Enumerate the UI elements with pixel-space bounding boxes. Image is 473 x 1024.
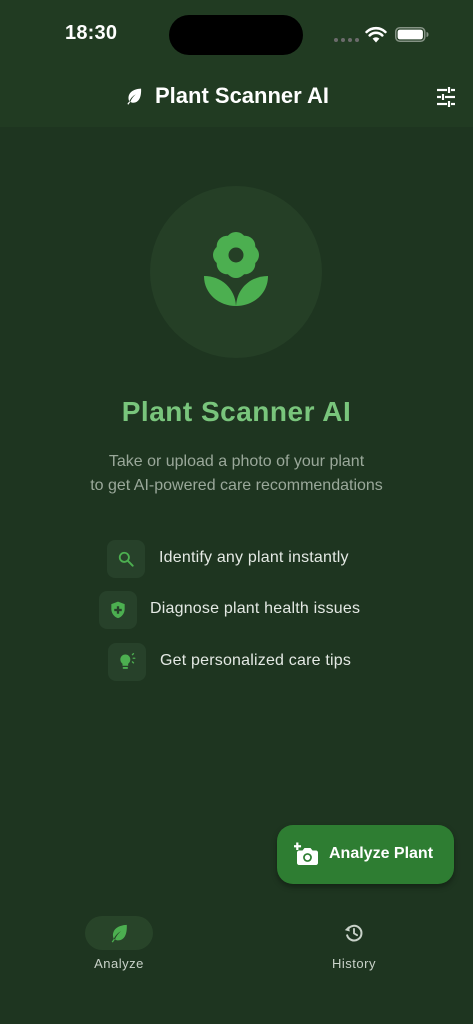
feature-care-tips: Get personalized care tips (108, 643, 378, 683)
app-screen: 18:30 Plant Scanner AI Plant Scanner AI … (0, 0, 473, 1024)
feature-label: Diagnose plant health issues (150, 600, 361, 617)
feature-label: Identify any plant instantly (159, 549, 349, 566)
feature-icon-box (107, 540, 145, 578)
feature-icon-box (99, 591, 137, 629)
hero-subtitle: Take or upload a photo of your plant to … (40, 450, 433, 498)
hero-subtitle-line-2: to get AI-powered care recommendations (90, 477, 383, 494)
wifi-icon (365, 26, 387, 43)
nav-label-history: History (332, 956, 376, 971)
nav-item-analyze[interactable]: Analyze (49, 900, 189, 980)
signal-icon (334, 38, 360, 42)
app-title: Plant Scanner AI (155, 83, 330, 108)
history-icon (344, 924, 363, 942)
shield-health-icon (111, 601, 125, 619)
dynamic-island (169, 15, 303, 55)
feature-identify: Identify any plant instantly (107, 540, 377, 580)
nav-label-analyze: Analyze (94, 956, 144, 971)
hero-title: Plant Scanner AI (121, 396, 352, 427)
feature-icon-box (108, 643, 146, 681)
bottom-navigation: Analyze History (0, 900, 473, 1024)
analyze-plant-label: Analyze Plant (329, 845, 434, 862)
flower-icon (204, 232, 268, 306)
lightbulb-icon (120, 653, 136, 669)
top-area: 18:30 Plant Scanner AI (0, 0, 473, 127)
settings-icon[interactable] (434, 85, 458, 109)
leaf-icon (127, 88, 142, 105)
leaf-icon (111, 924, 127, 943)
feature-diagnose: Diagnose plant health issues (99, 591, 389, 631)
hero-subtitle-line-1: Take or upload a photo of your plant (108, 453, 365, 470)
search-icon (118, 551, 134, 567)
app-bar: Plant Scanner AI (0, 72, 473, 122)
nav-item-history[interactable]: History (284, 900, 424, 980)
add-camera-icon (294, 842, 318, 865)
analyze-plant-button[interactable]: Analyze Plant (277, 825, 454, 884)
hero-icon-circle (150, 186, 322, 358)
feature-label: Get personalized care tips (160, 652, 352, 669)
battery-icon (395, 27, 429, 42)
status-time: 18:30 (65, 22, 118, 44)
